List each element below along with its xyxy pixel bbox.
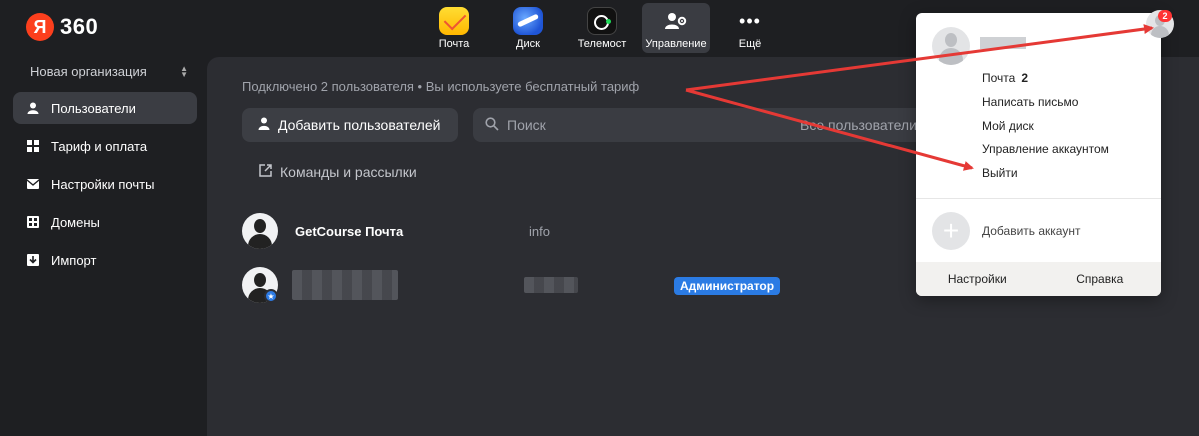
sidebar-item-label: Пользователи bbox=[51, 100, 136, 116]
sidebar-item-mail-settings[interactable]: Настройки почты bbox=[13, 168, 197, 200]
user-name: GetCourse Почта bbox=[295, 224, 404, 239]
menu-item-mail[interactable]: Почта 2 bbox=[982, 71, 1028, 85]
sidebar-item-label: Импорт bbox=[51, 252, 97, 268]
redacted-account-name bbox=[980, 37, 1026, 49]
nav-manage[interactable]: Управление bbox=[642, 3, 710, 53]
yandex-logo-icon: Я bbox=[26, 13, 54, 41]
nav-telemost[interactable]: Телемост bbox=[568, 3, 636, 53]
users-filter-select[interactable]: Все пользователи bbox=[800, 117, 917, 133]
sidebar-item-domains[interactable]: Домены bbox=[13, 206, 197, 238]
account-menu-footer: Настройки Справка bbox=[916, 262, 1161, 296]
table-row[interactable]: GetCourse Почта info bbox=[242, 213, 862, 253]
sidebar-item-users[interactable]: Пользователи bbox=[13, 92, 197, 124]
more-icon: ••• bbox=[739, 10, 761, 31]
import-icon bbox=[27, 254, 39, 266]
menu-divider bbox=[916, 198, 1161, 199]
add-account-link[interactable]: Добавить аккаунт bbox=[982, 224, 1080, 238]
updown-arrows-icon: ▲ ▼ bbox=[180, 63, 188, 79]
notification-badge: 2 bbox=[1158, 10, 1172, 22]
search-icon bbox=[485, 116, 499, 134]
grid-icon bbox=[27, 140, 39, 152]
nav-manage-label: Управление bbox=[645, 38, 707, 50]
mail-count: 2 bbox=[1021, 71, 1029, 85]
table-row[interactable]: ★ Администратор bbox=[242, 267, 862, 307]
nav-disk-label: Диск bbox=[516, 38, 540, 50]
menu-item-write[interactable]: Написать письмо bbox=[982, 95, 1078, 109]
nav-telemost-label: Телемост bbox=[577, 38, 627, 50]
nav-mail-label: Почта bbox=[438, 38, 470, 50]
admin-role-badge: Администратор bbox=[674, 277, 781, 295]
menu-item-disk[interactable]: Мой диск bbox=[982, 119, 1034, 133]
redacted-user-name bbox=[292, 270, 398, 300]
sidebar-item-label: Тариф и оплата bbox=[51, 138, 148, 154]
menu-mail-label: Почта bbox=[982, 71, 1016, 85]
subscription-info: Подключено 2 пользователя • Вы используе… bbox=[242, 79, 640, 94]
account-menu: Почта 2 Написать письмо Мой диск Управлен… bbox=[916, 13, 1161, 296]
envelope-icon bbox=[27, 178, 39, 190]
add-users-button[interactable]: Добавить пользователей bbox=[242, 108, 458, 142]
teams-link-label: Команды и рассылки bbox=[280, 164, 417, 180]
sidebar-item-label: Домены bbox=[51, 214, 100, 230]
add-user-icon bbox=[258, 117, 270, 133]
search-placeholder: Поиск bbox=[507, 117, 546, 133]
user-icon bbox=[27, 102, 39, 114]
menu-item-manage-account[interactable]: Управление аккаунтом bbox=[982, 142, 1109, 156]
mail-icon bbox=[439, 7, 469, 35]
avatar bbox=[242, 213, 278, 249]
help-link[interactable]: Справка bbox=[1039, 262, 1162, 296]
sidebar-item-import[interactable]: Импорт bbox=[13, 244, 197, 276]
sidebar-item-label: Настройки почты bbox=[51, 176, 155, 192]
logo-text: 360 bbox=[60, 14, 99, 39]
organization-name: Новая организация bbox=[30, 64, 147, 79]
teams-link[interactable]: Команды и рассылки bbox=[259, 164, 417, 180]
menu-item-logout[interactable]: Выйти bbox=[982, 166, 1018, 180]
add-users-label: Добавить пользователей bbox=[278, 117, 441, 133]
redacted-user-login bbox=[524, 277, 578, 293]
plus-icon[interactable]: + bbox=[932, 212, 970, 250]
settings-link[interactable]: Настройки bbox=[916, 262, 1039, 296]
nav-more-label: Ещё bbox=[738, 38, 762, 50]
domain-icon bbox=[27, 216, 39, 228]
external-link-icon bbox=[259, 164, 272, 180]
nav-mail[interactable]: Почта bbox=[420, 3, 488, 53]
star-icon: ★ bbox=[264, 289, 278, 303]
user-login: info bbox=[529, 224, 550, 239]
nav-disk[interactable]: Диск bbox=[494, 3, 562, 53]
yandex-360-logo[interactable]: Я 360 bbox=[26, 13, 98, 41]
services-nav: Почта Диск Телемост Управление ••• Ещё bbox=[420, 3, 790, 53]
disk-icon bbox=[513, 7, 543, 35]
nav-more[interactable]: ••• Ещё bbox=[716, 3, 784, 53]
sidebar-item-tariff[interactable]: Тариф и оплата bbox=[13, 130, 197, 162]
telemost-icon bbox=[587, 7, 617, 35]
manage-icon bbox=[661, 7, 691, 35]
avatar bbox=[932, 27, 970, 65]
organization-switcher[interactable]: Новая организация ▲ ▼ bbox=[30, 64, 188, 79]
